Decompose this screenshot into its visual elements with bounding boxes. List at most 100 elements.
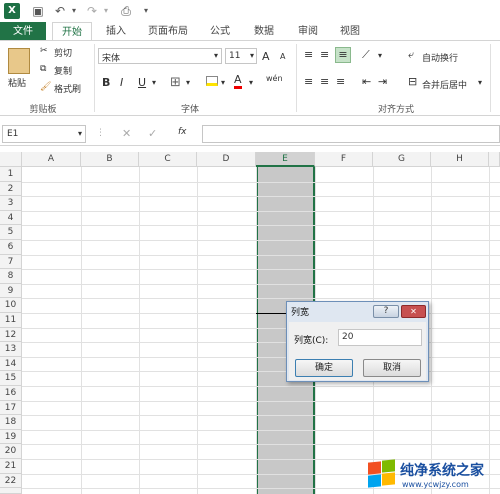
orientation-icon[interactable]: ⟋: [362, 48, 370, 62]
grid-hline: [22, 196, 500, 198]
row-header[interactable]: 19: [0, 429, 22, 445]
chevron-down-icon[interactable]: ▾: [221, 78, 225, 87]
merge-center-button[interactable]: 合并后居中: [422, 78, 467, 91]
grid-hline: [22, 210, 500, 212]
align-center-icon[interactable]: ≡: [320, 75, 329, 88]
format-painter-button[interactable]: 格式刷: [54, 82, 81, 95]
row-header[interactable]: 7: [0, 254, 22, 270]
enter-icon[interactable]: ✓: [148, 127, 157, 140]
tab-home[interactable]: 开始: [52, 22, 92, 41]
chevron-down-icon[interactable]: ▾: [378, 51, 382, 60]
chevron-down-icon[interactable]: ▾: [152, 78, 156, 87]
fill-color-icon[interactable]: [206, 76, 218, 86]
row-header[interactable]: 2: [0, 181, 22, 197]
dropdown-arrow-icon[interactable]: ▾: [98, 3, 114, 19]
row-header[interactable]: 17: [0, 400, 22, 416]
row-header[interactable]: 13: [0, 342, 22, 357]
cancel-button[interactable]: 取消: [363, 359, 421, 377]
row-header[interactable]: 22: [0, 473, 22, 489]
column-header[interactable]: G: [373, 152, 431, 167]
chevron-down-icon[interactable]: ▾: [478, 78, 482, 87]
row-header[interactable]: 8: [0, 269, 22, 284]
underline-button[interactable]: U: [138, 76, 146, 89]
tab-review[interactable]: 审阅: [290, 22, 326, 41]
font-color-icon[interactable]: A: [234, 74, 242, 89]
cut-button[interactable]: 剪切: [54, 46, 72, 59]
copy-icon[interactable]: ⧉: [40, 64, 46, 74]
name-box[interactable]: E1 ▾: [2, 125, 86, 143]
column-header[interactable]: C: [139, 152, 197, 167]
format-painter-icon[interactable]: 🖌: [40, 82, 51, 92]
grid-hline: [22, 444, 500, 446]
column-width-input[interactable]: 20: [338, 329, 422, 346]
row-header[interactable]: 21: [0, 459, 22, 474]
row-header[interactable]: [0, 488, 22, 494]
save-icon[interactable]: ▣: [30, 3, 46, 19]
bold-button[interactable]: B: [102, 76, 110, 89]
phonetic-icon[interactable]: wén: [266, 74, 283, 83]
print-preview-icon[interactable]: ⎙: [118, 3, 134, 19]
chevron-down-icon[interactable]: ▾: [186, 78, 190, 87]
column-header[interactable]: B: [81, 152, 139, 167]
merge-center-icon[interactable]: ⊟: [408, 75, 417, 88]
paste-icon[interactable]: [8, 48, 30, 74]
dialog-help-button[interactable]: ?: [373, 305, 399, 318]
formula-input[interactable]: [202, 125, 500, 143]
borders-icon[interactable]: ⊞: [170, 75, 181, 90]
column-header-selected[interactable]: E: [256, 152, 315, 167]
chevron-down-icon[interactable]: ▾: [249, 78, 253, 87]
row-header[interactable]: 9: [0, 283, 22, 299]
row-header[interactable]: 18: [0, 415, 22, 430]
row-header[interactable]: 16: [0, 386, 22, 401]
shrink-font-button[interactable]: A: [280, 52, 285, 61]
dropdown-arrow-icon[interactable]: ▾: [66, 3, 82, 19]
ok-button[interactable]: 确定: [295, 359, 353, 377]
grid-hline: [22, 429, 500, 431]
row-header[interactable]: 11: [0, 313, 22, 328]
align-right-icon[interactable]: ≡: [336, 75, 345, 88]
row-header[interactable]: 6: [0, 240, 22, 255]
row-header[interactable]: 15: [0, 371, 22, 386]
column-header[interactable]: F: [315, 152, 373, 167]
chevron-down-icon: ▾: [249, 51, 254, 60]
paste-button[interactable]: 粘贴: [8, 76, 26, 89]
tab-formulas[interactable]: 公式: [202, 22, 238, 41]
row-header[interactable]: 1: [0, 167, 22, 182]
row-header[interactable]: 20: [0, 444, 22, 459]
column-header[interactable]: H: [431, 152, 489, 167]
row-header[interactable]: 5: [0, 225, 22, 240]
row-header[interactable]: 3: [0, 196, 22, 211]
alignment-group-label: 对齐方式: [377, 105, 414, 115]
increase-indent-icon[interactable]: ⇥: [378, 75, 387, 88]
insert-function-button[interactable]: fx: [178, 127, 187, 137]
wrap-text-icon[interactable]: ⤶: [408, 48, 414, 62]
column-header[interactable]: D: [197, 152, 256, 167]
italic-button[interactable]: I: [120, 76, 123, 89]
column-header[interactable]: [489, 152, 500, 167]
cut-icon[interactable]: ✂: [40, 46, 48, 56]
copy-button[interactable]: 复制: [54, 64, 72, 77]
row-header[interactable]: 10: [0, 298, 22, 313]
font-name-select[interactable]: 宋体 ▾: [98, 48, 222, 64]
row-header[interactable]: 14: [0, 356, 22, 372]
tab-data[interactable]: 数据: [246, 22, 282, 41]
cancel-icon[interactable]: ✕: [122, 127, 131, 140]
column-header[interactable]: A: [22, 152, 81, 167]
tab-page-layout[interactable]: 页面布局: [140, 22, 196, 41]
grow-font-button[interactable]: A: [262, 50, 270, 63]
font-size-select[interactable]: 11 ▾: [225, 48, 257, 64]
tab-view[interactable]: 视图: [332, 22, 368, 41]
select-all-corner[interactable]: [0, 152, 22, 167]
tab-file[interactable]: 文件: [0, 22, 46, 41]
decrease-indent-icon[interactable]: ⇤: [362, 75, 371, 88]
row-header[interactable]: 4: [0, 210, 22, 226]
customize-qat-icon[interactable]: ▾: [138, 3, 154, 19]
wrap-text-button[interactable]: 自动换行: [422, 51, 458, 64]
align-middle-icon[interactable]: ≡: [320, 48, 329, 61]
tab-insert[interactable]: 插入: [98, 22, 134, 41]
align-top-icon[interactable]: ≡: [304, 48, 313, 61]
row-header[interactable]: 12: [0, 327, 22, 343]
align-left-icon[interactable]: ≡: [304, 75, 313, 88]
dialog-close-button[interactable]: ✕: [401, 305, 426, 318]
align-bottom-icon[interactable]: ≡: [335, 47, 351, 63]
